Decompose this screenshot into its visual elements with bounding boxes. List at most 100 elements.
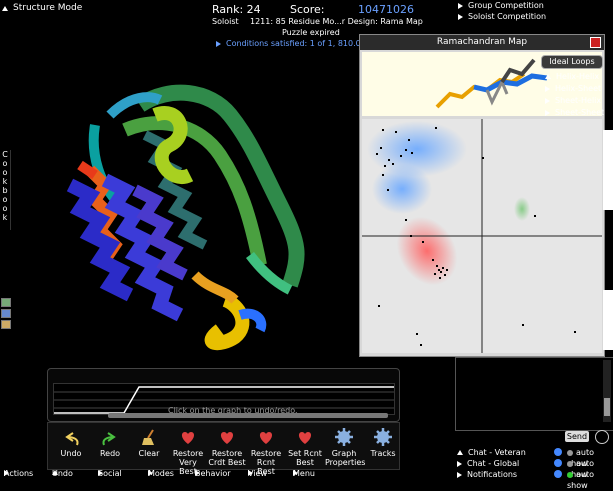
toolbar-label: Redo: [99, 449, 121, 458]
triangle-icon: [148, 470, 153, 476]
close-icon[interactable]: [590, 37, 601, 48]
loop-option-helix-sheet[interactable]: Helix-Sheet: [545, 83, 604, 95]
broom-icon: [142, 429, 154, 445]
rank-label: Rank: 24: [212, 3, 261, 16]
menu-label: Behavior: [195, 469, 231, 478]
triangle-icon: [248, 470, 253, 476]
loop-options: Helix-Helix Helix-Sheet Sheet-Helix Shee…: [545, 71, 604, 119]
triangle-up-icon: [2, 5, 8, 11]
info-icon[interactable]: [554, 448, 562, 456]
score-value: 10471026: [358, 3, 414, 16]
bottom-menu-bar: Actions Undo Social Modes Behavior View Menu: [0, 468, 613, 480]
alpha-region: [396, 216, 458, 286]
chat-tab-veteran[interactable]: Chat - Veteran auto show: [457, 447, 613, 468]
loop-option-helix-helix[interactable]: Helix-Helix: [545, 71, 604, 83]
group-competition-label: Group Competition: [468, 1, 544, 10]
action-toolbar: Undo Redo Clear Restore Very Best Restore Crdt…: [47, 422, 402, 476]
soloist-competition-label: Soloist Competition: [468, 12, 547, 21]
triangle-icon: [195, 470, 200, 476]
puzzle-name: 1211: 85 Residue Mo...r Design: Rama Map: [250, 17, 423, 26]
triangle-icon: [4, 470, 9, 476]
chat-log[interactable]: [455, 357, 613, 431]
chat-scroll-thumb[interactable]: [604, 398, 610, 416]
send-button[interactable]: Send: [565, 431, 589, 442]
triangle-up-icon: [545, 74, 551, 79]
clock-icon[interactable]: [595, 430, 609, 444]
mint-loop: [246, 251, 293, 295]
heart-icon: [181, 432, 195, 444]
teal-strand: [142, 130, 208, 250]
tracks-button[interactable]: Tracks: [364, 427, 402, 458]
checkbox-icon: [567, 460, 573, 467]
toolbar-label: Restore Crdt Best: [208, 449, 246, 467]
toolbar-label: Undo: [60, 449, 82, 458]
toolbar-label: Set Rcnt Best: [288, 449, 322, 467]
graph-properties-button[interactable]: Graph Properties: [325, 427, 366, 467]
triangle-right-icon: [216, 40, 221, 47]
notes-icon[interactable]: [1, 320, 11, 329]
competition-list: Group Competition Soloist Competition: [458, 0, 546, 22]
cookbook-label: Cookbook: [2, 150, 8, 222]
menu-menu[interactable]: Menu: [293, 469, 315, 478]
menu-actions[interactable]: Actions: [4, 469, 33, 478]
menu-view[interactable]: View: [248, 469, 267, 478]
undo-button[interactable]: Undo: [52, 427, 90, 458]
undo-icon: [65, 432, 79, 446]
side-panel-edge: [603, 290, 613, 350]
heart-icon: [259, 432, 273, 444]
rama-scatter[interactable]: [362, 119, 602, 353]
menu-social[interactable]: Social: [98, 469, 122, 478]
triangle-right-icon: [458, 13, 463, 20]
structure-mode-label: Structure Mode: [13, 3, 83, 13]
triangle-right-icon: [545, 85, 550, 92]
score-label: Score:: [290, 3, 325, 16]
clear-button[interactable]: Clear: [130, 427, 168, 458]
info-icon[interactable]: [554, 459, 562, 467]
beta-region-tail: [372, 164, 432, 214]
gear-icon: [374, 428, 392, 446]
people-icon[interactable]: [1, 309, 11, 318]
yellow-loop: [204, 293, 250, 351]
loop-option-sheet-helix[interactable]: Sheet-Helix: [545, 95, 604, 107]
puzzle-status: Puzzle expired: [282, 28, 340, 37]
loop-option-sheet-sheet[interactable]: Sheet-Sheet: [545, 107, 604, 119]
set-rcnt-best-button[interactable]: Set Rcnt Best: [286, 427, 324, 467]
cookbook-tab[interactable]: Cookbook: [0, 150, 11, 230]
map-icon[interactable]: [1, 298, 11, 307]
triangle-right-icon: [457, 460, 462, 467]
heart-icon: [298, 432, 312, 444]
triangle-icon: [293, 470, 298, 476]
rama-title: Ramachandran Map: [360, 35, 604, 50]
group-competition-toggle[interactable]: Group Competition: [458, 0, 546, 11]
gear-icon: [335, 428, 353, 446]
toolbar-label: Clear: [138, 449, 160, 458]
rama-plot[interactable]: [362, 119, 602, 353]
amber-loop: [191, 271, 239, 304]
toolbar-label: Graph Properties: [325, 449, 366, 467]
triangle-icon: [52, 470, 58, 475]
structure-mode-button[interactable]: Structure Mode: [2, 2, 82, 14]
triangle-right-icon: [458, 2, 463, 9]
left-helix-region: [514, 197, 530, 221]
toolbar-label: Tracks: [370, 449, 396, 458]
triangle-up-icon: [457, 450, 463, 455]
redo-button[interactable]: Redo: [91, 427, 129, 458]
triangle-icon: [98, 470, 103, 476]
history-scrollbar[interactable]: [108, 413, 388, 418]
ideal-loops-button[interactable]: Ideal Loops: [541, 55, 603, 69]
soloist-competition-toggle[interactable]: Soloist Competition: [458, 11, 546, 22]
undo-history-panel: Click on the graph to undo/redo.: [47, 368, 400, 422]
triangle-right-icon: [545, 97, 550, 104]
redo-icon: [102, 432, 116, 446]
menu-undo[interactable]: Undo: [52, 469, 73, 478]
side-icons: [1, 298, 11, 331]
menu-modes[interactable]: Modes: [148, 469, 174, 478]
menu-behavior[interactable]: Behavior: [195, 469, 231, 478]
checkbox-icon: [567, 449, 573, 456]
heart-icon: [220, 432, 234, 444]
protein-structure-view[interactable]: [50, 75, 350, 360]
triangle-right-icon: [545, 109, 550, 116]
soloist-label: Soloist: [212, 17, 239, 26]
restore-crdt-best-button[interactable]: Restore Crdt Best: [208, 427, 246, 467]
side-panel-edge: [603, 130, 613, 210]
